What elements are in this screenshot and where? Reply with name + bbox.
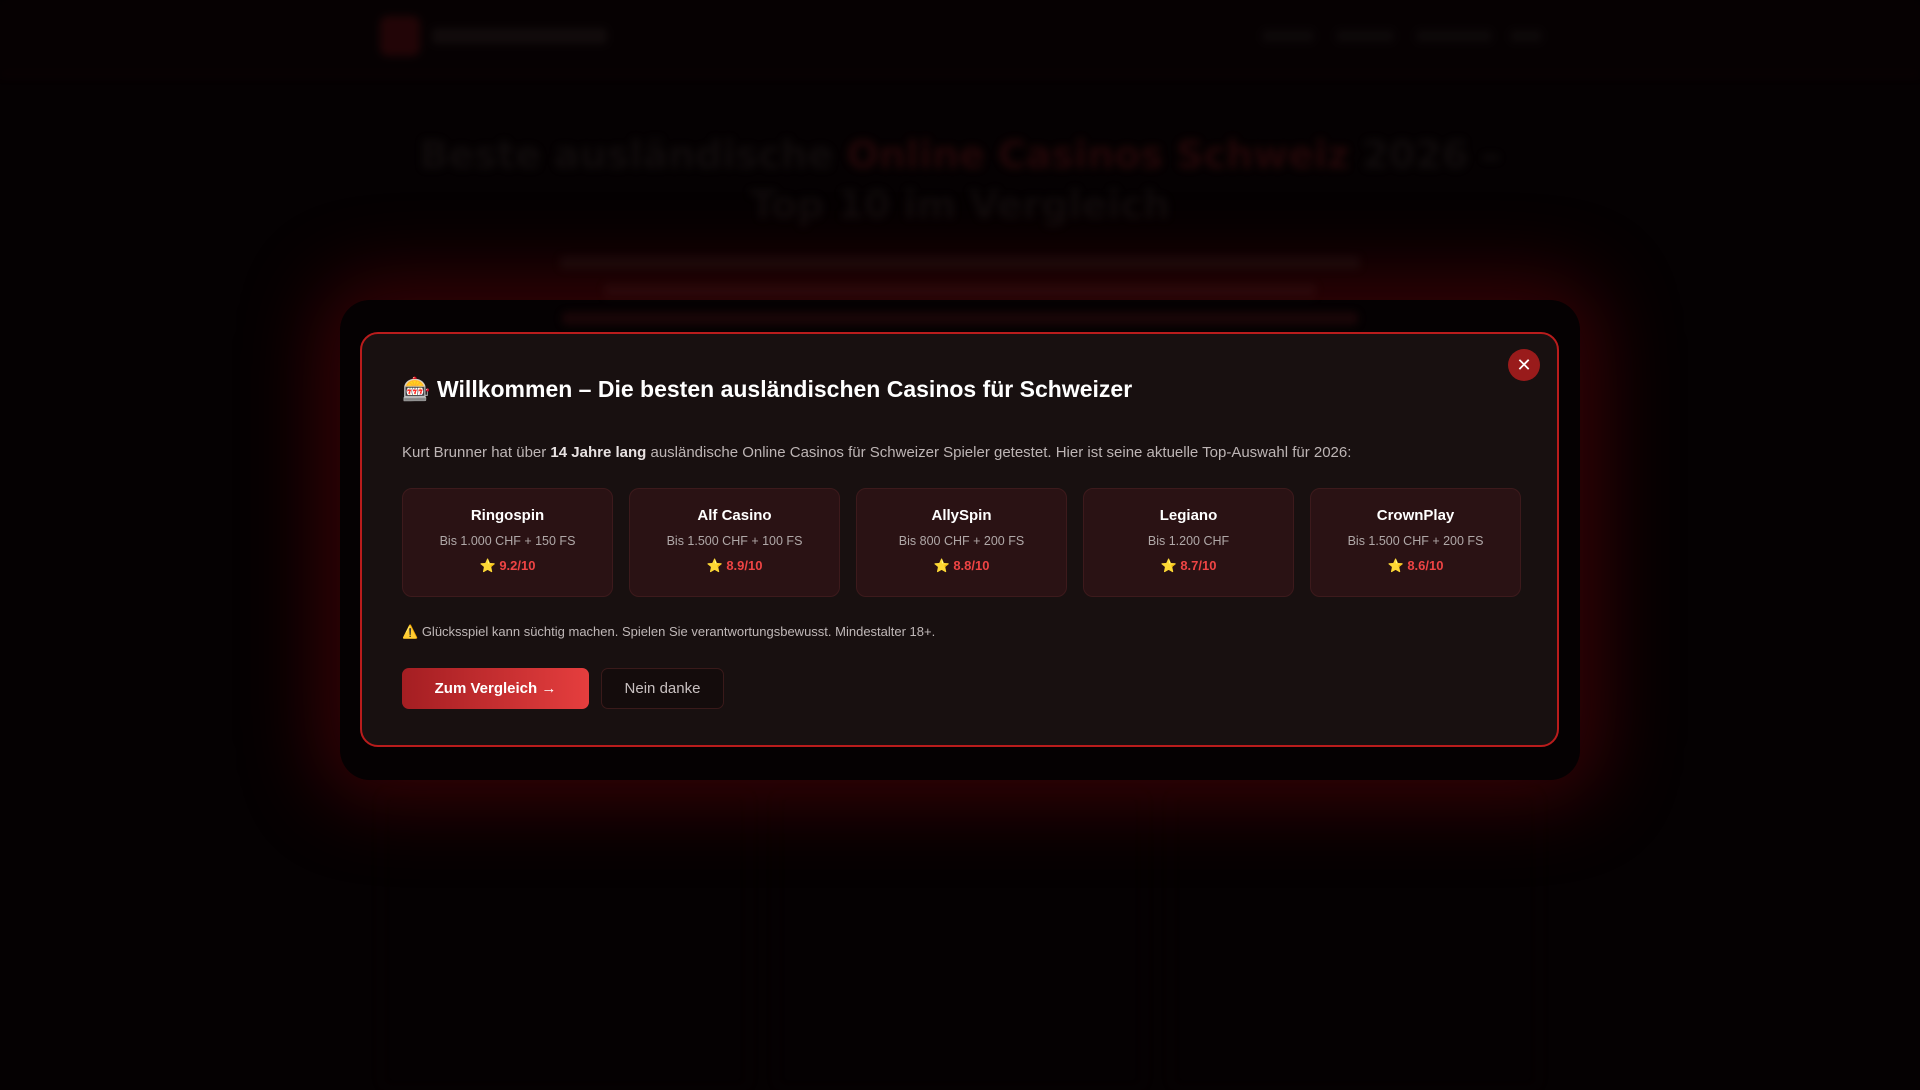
nav-link <box>1262 30 1314 42</box>
star-icon: ⭐ <box>934 558 950 573</box>
welcome-modal: ✕ 🎰 Willkommen – Die besten ausländische… <box>360 332 1559 747</box>
star-icon: ⭐ <box>1161 558 1177 573</box>
modal-intro: Kurt Brunner hat über 14 Jahre lang ausl… <box>402 444 1351 461</box>
intro-text: ausländische Online Casinos für Schweize… <box>646 444 1351 461</box>
warning-icon: ⚠️ <box>402 624 418 639</box>
star-icon: ⭐ <box>480 558 496 573</box>
gambling-warning: ⚠️ Glücksspiel kann süchtig machen. Spie… <box>402 624 935 640</box>
rating-value: 8.8/10 <box>953 558 989 573</box>
rating-value: 8.9/10 <box>726 558 762 573</box>
hero-title: Beste ausländische Online Casinos Schwei… <box>380 130 1540 230</box>
warning-text: Glücksspiel kann süchtig machen. Spielen… <box>422 624 935 639</box>
star-icon: ⭐ <box>1388 558 1404 573</box>
casino-rating: ⭐ 8.7/10 <box>1084 558 1293 574</box>
rating-value: 8.7/10 <box>1180 558 1216 573</box>
slot-machine-icon: 🎰 <box>402 376 431 402</box>
feature-card <box>380 790 750 1090</box>
casino-card-allyspin[interactable]: AllySpin Bis 800 CHF + 200 FS ⭐ 8.8/10 <box>856 488 1067 597</box>
feature-card <box>1170 790 1540 1090</box>
hero-text-line <box>604 284 1316 297</box>
casino-bonus: Bis 1.200 CHF <box>1084 534 1293 548</box>
casino-name: Alf Casino <box>630 507 839 524</box>
casino-name: AllySpin <box>857 507 1066 524</box>
hero-title-part: Beste ausländische <box>420 133 847 177</box>
casino-name: CrownPlay <box>1311 507 1520 524</box>
close-button[interactable]: ✕ <box>1508 349 1540 381</box>
casino-card-crownplay[interactable]: CrownPlay Bis 1.500 CHF + 200 FS ⭐ 8.6/10 <box>1310 488 1521 597</box>
site-logo <box>380 16 420 56</box>
nav-link <box>1336 30 1394 42</box>
nav-link <box>1416 30 1492 42</box>
feature-card <box>775 790 1145 1090</box>
modal-title-text: Willkommen – Die besten ausländischen Ca… <box>437 376 1132 402</box>
intro-bold: 14 Jahre lang <box>550 444 646 461</box>
site-header <box>0 0 1920 76</box>
hero-title-accent: Online Casinos Schweiz <box>847 133 1350 177</box>
casino-rating: ⭐ 8.6/10 <box>1311 558 1520 574</box>
casino-name: Ringospin <box>403 507 612 524</box>
dismiss-button[interactable]: Nein danke <box>601 668 724 709</box>
casino-rating: ⭐ 8.8/10 <box>857 558 1066 574</box>
casino-rating: ⭐ 8.9/10 <box>630 558 839 574</box>
rating-value: 8.6/10 <box>1407 558 1443 573</box>
nav-link <box>1510 30 1542 42</box>
rating-value: 9.2/10 <box>499 558 535 573</box>
compare-button[interactable]: Zum Vergleich → <box>402 668 589 709</box>
star-icon: ⭐ <box>707 558 723 573</box>
intro-text: Kurt Brunner hat über <box>402 444 550 461</box>
modal-title: 🎰 Willkommen – Die besten ausländischen … <box>402 376 1132 403</box>
casino-bonus: Bis 800 CHF + 200 FS <box>857 534 1066 548</box>
casino-bonus: Bis 1.500 CHF + 100 FS <box>630 534 839 548</box>
casino-bonus: Bis 1.000 CHF + 150 FS <box>403 534 612 548</box>
casino-card-alf-casino[interactable]: Alf Casino Bis 1.500 CHF + 100 FS ⭐ 8.9/10 <box>629 488 840 597</box>
site-brand <box>432 28 607 44</box>
casino-name: Legiano <box>1084 507 1293 524</box>
modal-actions: Zum Vergleich → Nein danke <box>402 668 724 709</box>
hero-text-line <box>560 256 1360 269</box>
casino-rating: ⭐ 9.2/10 <box>403 558 612 574</box>
casino-bonus: Bis 1.500 CHF + 200 FS <box>1311 534 1520 548</box>
casino-card-legiano[interactable]: Legiano Bis 1.200 CHF ⭐ 8.7/10 <box>1083 488 1294 597</box>
casino-list: RingospinBis 1.000 CHF + 150 FS⭐ 9.2/10 … <box>402 488 1521 597</box>
casino-card-ringospin[interactable]: Ringospin Bis 1.000 CHF + 150 FS ⭐ 9.2/10 <box>402 488 613 597</box>
